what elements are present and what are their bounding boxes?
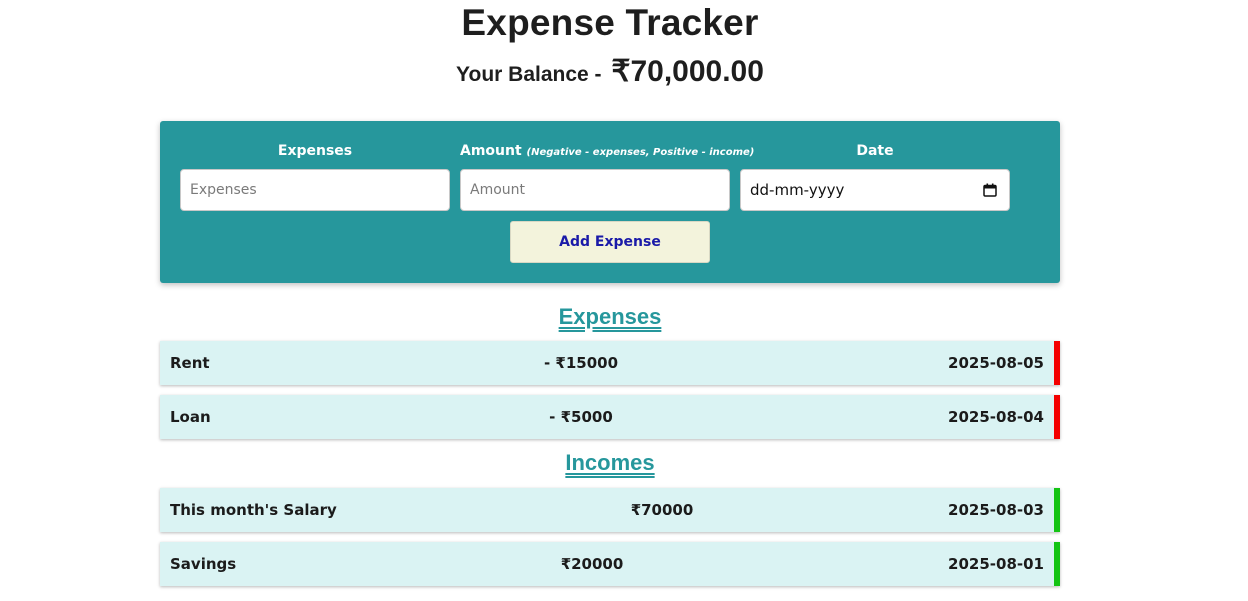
incomes-section-title: Incomes [565,450,655,475]
calendar-icon[interactable] [983,183,997,197]
row-date: 2025-08-01 [948,555,1044,573]
expenses-field-label: Expenses [277,143,353,159]
row-amount: - ₹15000 [543,354,619,372]
amount-input[interactable] [460,169,730,211]
amount-label-text: Amount [460,143,522,159]
date-input-placeholder: dd-mm-yyyy [750,181,845,199]
expense-row[interactable]: Rent - ₹15000 2025-08-05 [160,341,1060,385]
amount-hint: (Negative - expenses, Positive - income) [526,147,755,158]
expenses-input[interactable] [180,169,450,211]
date-input[interactable]: dd-mm-yyyy [740,169,1010,211]
page-title: Expense Tracker [461,2,759,43]
balance-value: ₹70,000.00 [611,55,764,88]
row-date: 2025-08-05 [948,354,1044,372]
add-expense-button[interactable]: Add Expense [510,221,710,263]
income-row[interactable]: This month's Salary ₹70000 2025-08-03 [160,488,1060,532]
expense-tracker-page: Expense Tracker Your Balance - ₹70,000.0… [0,0,1248,601]
expense-row[interactable]: Loan - ₹5000 2025-08-04 [160,395,1060,439]
income-row[interactable]: Savings ₹20000 2025-08-01 [160,542,1060,586]
balance-label: Your Balance - [456,63,608,86]
row-amount: - ₹5000 [549,408,613,426]
row-amount: ₹20000 [560,555,624,573]
expenses-section-title: Expenses [558,304,662,329]
row-date: 2025-08-04 [948,408,1044,426]
balance-display: Your Balance - ₹70,000.00 [0,54,1220,89]
add-expense-form: Expenses Amount (Negative - expenses, Po… [160,121,1060,283]
row-date: 2025-08-03 [948,501,1044,519]
amount-field-label: Amount (Negative - expenses, Positive - … [460,143,754,159]
date-field-label: Date [856,143,894,159]
